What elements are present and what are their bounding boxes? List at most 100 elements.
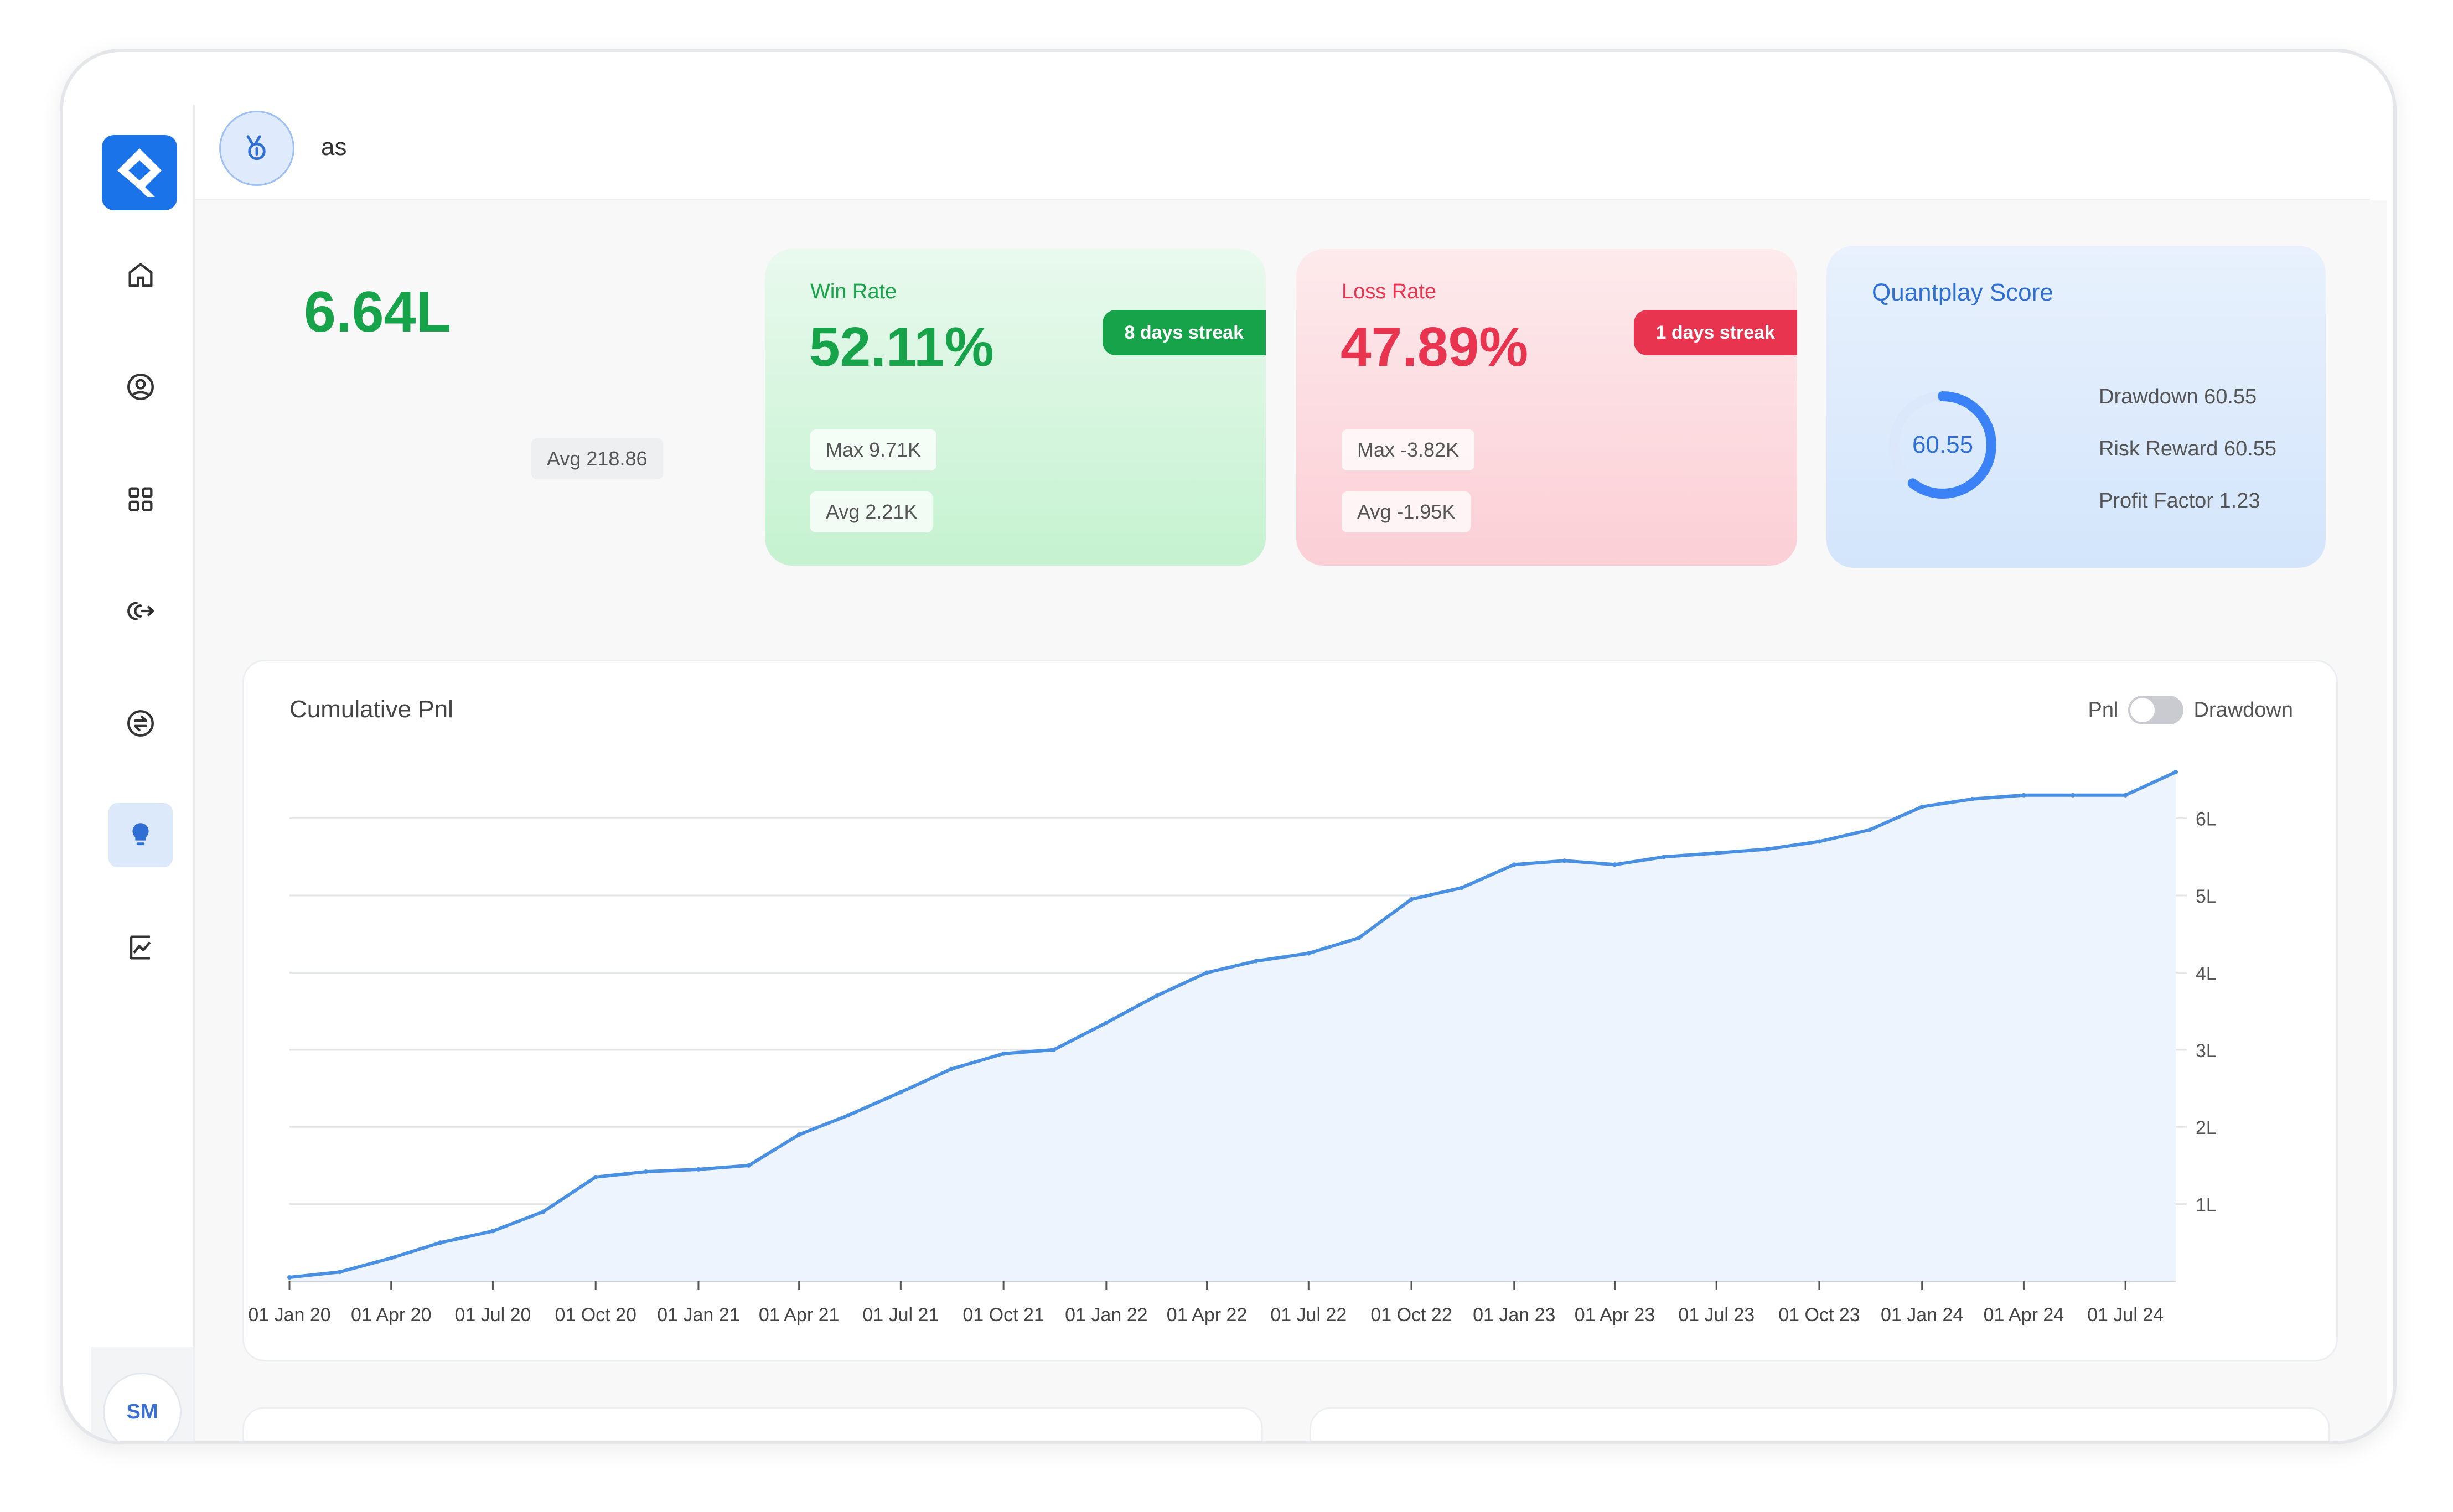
- account-name: as: [321, 133, 347, 160]
- pnl-drawdown-toggle[interactable]: [2128, 696, 2184, 724]
- data-point: [1817, 839, 1821, 844]
- score-gauge-value: 60.55: [1912, 431, 1973, 458]
- score-title: Quantplay Score: [1872, 279, 2053, 306]
- win-avg-chip: Avg 2.21K: [810, 491, 933, 532]
- sidebar-item-trades[interactable]: [108, 691, 173, 755]
- loss-avg-chip: Avg -1.95K: [1342, 491, 1471, 532]
- x-tick-label: 01 Jan 21: [657, 1304, 739, 1325]
- data-point: [796, 1132, 801, 1137]
- data-point: [438, 1240, 443, 1245]
- data-point: [541, 1209, 546, 1214]
- data-point: [1764, 847, 1769, 852]
- x-tick-label: 01 Jul 23: [1678, 1304, 1755, 1325]
- chart-report-icon: [130, 935, 151, 960]
- total-pnl-value: 6.64L: [304, 280, 451, 344]
- data-point: [1612, 862, 1617, 867]
- y-tick-label: 2L: [2196, 1117, 2217, 1138]
- data-point: [1512, 862, 1517, 867]
- total-pnl-avg: Avg 218.86: [531, 438, 663, 479]
- loss-max-chip: Max -3.82K: [1342, 429, 1475, 470]
- exchange-icon: [127, 710, 154, 737]
- loss-rate-label: Loss Rate: [1342, 280, 1437, 303]
- data-point: [1867, 827, 1872, 832]
- data-point: [1970, 796, 1975, 801]
- y-tick-label: 1L: [2196, 1195, 2217, 1216]
- data-point: [2173, 770, 2178, 774]
- x-tick-label: 01 Oct 23: [1778, 1304, 1860, 1325]
- bottom-card-left: [242, 1407, 1263, 1441]
- data-point: [1254, 959, 1259, 964]
- x-tick-label: 01 Oct 20: [555, 1304, 636, 1325]
- win-rate-value: 52.11%: [809, 316, 994, 378]
- toggle-label-pnl: Pnl: [2088, 698, 2119, 722]
- chart-title: Cumulative Pnl: [289, 696, 453, 723]
- sidebar-item-strategies[interactable]: [108, 579, 173, 643]
- data-point: [1204, 970, 1209, 975]
- y-tick-label: 5L: [2196, 886, 2217, 907]
- sidebar-item-insights[interactable]: [108, 803, 173, 867]
- data-point: [1714, 851, 1719, 856]
- quantplay-score-card: Quantplay Score 60.55 Drawdown 60.55 Ris…: [1826, 246, 2326, 568]
- logo-icon: [117, 148, 162, 197]
- pnl-drawdown-toggle-group: Pnl Drawdown: [2088, 696, 2293, 724]
- win-rate-label: Win Rate: [810, 280, 897, 303]
- sidebar: SM: [91, 105, 195, 1441]
- sidebar-item-profile[interactable]: [108, 355, 173, 419]
- loss-rate-card: Loss Rate 47.89% 1 days streak Max -3.82…: [1296, 249, 1797, 566]
- top-bar: as: [195, 105, 2370, 200]
- connect-icon: [127, 602, 154, 620]
- toggle-knob: [2130, 698, 2155, 722]
- account-avatar[interactable]: [219, 111, 294, 186]
- loss-streak-badge: 1 days streak: [1633, 310, 1797, 355]
- x-tick-label: 01 Jul 22: [1270, 1304, 1347, 1325]
- win-streak-badge: 8 days streak: [1102, 310, 1266, 355]
- data-point: [846, 1113, 851, 1118]
- user-avatar[interactable]: SM: [103, 1373, 182, 1441]
- avg-chip: Avg 218.86: [531, 438, 663, 479]
- data-point: [746, 1163, 751, 1168]
- data-point: [696, 1167, 701, 1172]
- score-metric-profit-factor: Profit Factor 1.23: [2099, 489, 2260, 512]
- x-tick-label: 01 Apr 20: [351, 1304, 432, 1325]
- x-tick-label: 01 Apr 24: [1984, 1304, 2064, 1325]
- data-point: [1306, 951, 1311, 956]
- cumulative-pnl-card: 1L 2L 3L 4L 5L 6L 01 Jan 20 01 Apr 20 01 Jul 20 0…: [242, 660, 2338, 1361]
- win-max: Max 9.71K: [810, 429, 937, 470]
- data-point: [1357, 935, 1362, 940]
- grid-icon: [128, 487, 153, 511]
- x-tick-label: 01 Apr 23: [1575, 1304, 1655, 1325]
- main-content: 6.64L Avg 218.86 Win Rate 52.11% 8 days …: [195, 200, 2387, 1441]
- data-point: [1919, 804, 1924, 809]
- x-tick-label: 01 Jul 21: [862, 1304, 939, 1325]
- data-point: [949, 1066, 954, 1071]
- x-tick-label: 01 Jul 24: [2087, 1304, 2164, 1325]
- account-badge-icon: [246, 135, 266, 160]
- sidebar-item-dashboard[interactable]: [108, 467, 173, 531]
- data-point: [1104, 1021, 1109, 1026]
- x-tick-label: 01 Jan 22: [1065, 1304, 1147, 1325]
- total-pnl: 6.64L: [261, 279, 494, 345]
- data-point: [1459, 886, 1464, 890]
- x-tick-label: 01 Jan 23: [1473, 1304, 1555, 1325]
- data-point: [389, 1256, 394, 1261]
- data-point: [1662, 855, 1667, 859]
- x-tick-label: 01 Jul 20: [454, 1304, 531, 1325]
- score-metric-risk-reward: Risk Reward 60.55: [2099, 437, 2277, 460]
- y-tick-label: 3L: [2196, 1040, 2217, 1061]
- data-point: [898, 1090, 903, 1095]
- data-point: [337, 1270, 342, 1275]
- data-point: [644, 1169, 649, 1174]
- sidebar-item-reports[interactable]: [108, 915, 173, 980]
- app-logo[interactable]: [102, 135, 177, 210]
- y-tick-label: 4L: [2196, 963, 2217, 984]
- x-tick-label: 01 Oct 22: [1370, 1304, 1452, 1325]
- x-tick-label: 01 Oct 21: [962, 1304, 1044, 1325]
- x-tick-label: 01 Apr 22: [1167, 1304, 1248, 1325]
- lightbulb-icon: [132, 823, 149, 846]
- data-point: [2123, 793, 2128, 798]
- cumulative-pnl-chart: 1L 2L 3L 4L 5L 6L 01 Jan 20 01 Apr 20 01 Jul 20 0…: [248, 770, 2217, 1325]
- app-window: SM as 6.64L Avg 218.86 Win Rate 52.11% 8…: [60, 49, 2397, 1444]
- series-area: [289, 772, 2176, 1281]
- sidebar-item-home[interactable]: [108, 243, 173, 307]
- data-point: [593, 1174, 598, 1179]
